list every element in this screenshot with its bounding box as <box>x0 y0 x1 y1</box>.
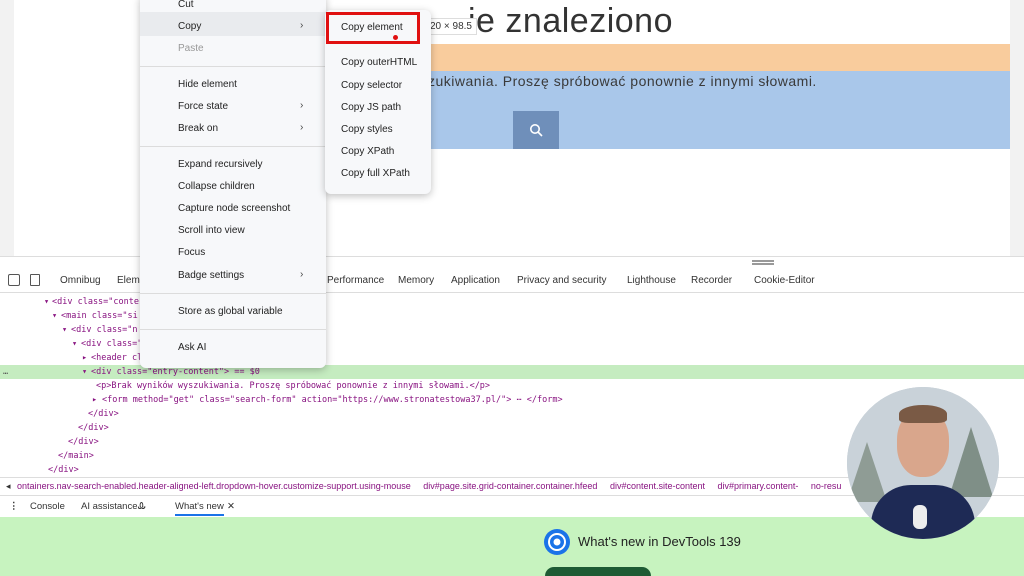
margin-highlight <box>420 44 1010 71</box>
menu-item-break-on[interactable]: Break on <box>178 123 218 134</box>
chrome-devtools-logo-icon <box>544 529 570 555</box>
tree-node[interactable]: <div class="n <box>71 323 138 337</box>
menu-item-scroll-into-view[interactable]: Scroll into view <box>178 225 245 236</box>
tree-node[interactable]: <main class="si <box>61 309 138 323</box>
tab-application[interactable]: Application <box>451 275 500 286</box>
menu-hover-highlight <box>140 12 326 36</box>
menu-item-cut[interactable]: Cut <box>178 0 194 10</box>
menu-separator <box>140 146 326 147</box>
tab-cookie-editor[interactable]: Cookie-Editor <box>754 275 815 286</box>
page-margin-left <box>0 0 14 256</box>
tree-node[interactable]: </div> <box>78 421 109 435</box>
expand-arrow-icon[interactable]: ▾ <box>72 337 77 351</box>
expand-arrow-icon[interactable]: ▾ <box>62 323 67 337</box>
element-size-tooltip: 20 × 98.5 <box>425 18 477 35</box>
submenu-item-copy-xpath[interactable]: Copy XPath <box>341 146 394 157</box>
presenter-hair <box>899 405 947 423</box>
tree-node[interactable]: </main> <box>58 449 94 463</box>
tab-ai-assistance[interactable]: AI assistance <box>81 501 138 512</box>
menu-separator <box>140 66 326 67</box>
submenu-item-copy-element[interactable]: Copy element <box>341 22 403 33</box>
context-menu: Cut Copy › Paste Hide element Force stat… <box>140 0 326 368</box>
tree-node[interactable]: </div> <box>88 407 119 421</box>
tab-console[interactable]: Console <box>30 501 65 512</box>
tree-shape <box>847 442 887 502</box>
menu-item-focus[interactable]: Focus <box>178 247 205 258</box>
tab-lighthouse[interactable]: Lighthouse <box>627 275 676 286</box>
chevron-right-icon: › <box>300 100 304 111</box>
expand-arrow-icon[interactable]: ▾ <box>44 295 49 309</box>
expand-arrow-icon[interactable]: ▸ <box>92 393 97 407</box>
cursor-dot <box>393 35 398 40</box>
screen: ie znaleziono zukiwania. Proszę spróbowa… <box>0 0 1024 576</box>
chevron-right-icon: › <box>300 122 304 133</box>
tree-node[interactable]: </div> <box>68 435 99 449</box>
device-toolbar-icon[interactable] <box>30 274 40 286</box>
menu-separator <box>140 329 326 330</box>
tab-whats-new[interactable]: What's new <box>175 501 224 516</box>
tab-privacy-security[interactable]: Privacy and security <box>517 275 606 286</box>
drag-handle-icon[interactable] <box>752 260 774 265</box>
search-button[interactable] <box>513 111 559 149</box>
chevron-right-icon: › <box>300 269 304 280</box>
submenu-item-copy-full-xpath[interactable]: Copy full XPath <box>341 168 410 179</box>
submenu-item-copy-styles[interactable]: Copy styles <box>341 124 393 135</box>
menu-item-expand-recursively[interactable]: Expand recursively <box>178 159 262 170</box>
inspect-element-icon[interactable] <box>8 274 20 286</box>
more-icon[interactable]: … <box>3 365 8 379</box>
copy-submenu: Copy element Copy outerHTML Copy selecto… <box>325 10 431 194</box>
tree-node[interactable]: <div class="conte <box>52 295 139 309</box>
scroll-left-icon[interactable]: ◂ <box>6 481 11 491</box>
no-results-message: zukiwania. Proszę spróbować ponownie z i… <box>428 73 817 89</box>
menu-item-collapse-children[interactable]: Collapse children <box>178 181 255 192</box>
search-icon <box>530 124 543 137</box>
tab-recorder[interactable]: Recorder <box>691 275 732 286</box>
submenu-item-copy-selector[interactable]: Copy selector <box>341 80 402 91</box>
tree-node[interactable]: <div class=" <box>81 337 142 351</box>
tree-shape <box>949 427 993 497</box>
drawer-menu-icon[interactable]: ⋮ <box>9 501 19 512</box>
tree-node[interactable]: </div> <box>48 463 79 477</box>
menu-item-badge-settings[interactable]: Badge settings <box>178 270 244 281</box>
microphone <box>913 505 927 529</box>
expand-arrow-icon[interactable]: ▾ <box>82 365 87 379</box>
chevron-right-icon: › <box>300 20 304 31</box>
close-icon[interactable]: ✕ <box>227 501 235 512</box>
breadcrumb-item[interactable]: ontainers.nav-search-enabled.header-alig… <box>17 481 411 491</box>
tree-node[interactable]: <header cl <box>91 351 142 365</box>
menu-item-store-global-variable[interactable]: Store as global variable <box>178 306 283 317</box>
breadcrumb-item[interactable]: no-resu <box>811 481 842 491</box>
expand-arrow-icon[interactable]: ▾ <box>52 309 57 323</box>
menu-item-ask-ai[interactable]: Ask AI <box>178 342 206 353</box>
menu-item-copy[interactable]: Copy <box>178 21 201 32</box>
webcam-overlay <box>847 387 999 539</box>
menu-item-capture-node-screenshot[interactable]: Capture node screenshot <box>178 203 290 214</box>
page-margin-right <box>1010 0 1024 256</box>
whats-new-title: What's new in DevTools 139 <box>578 534 741 549</box>
submenu-item-copy-outerhtml[interactable]: Copy outerHTML <box>341 57 417 68</box>
menu-item-paste[interactable]: Paste <box>178 43 204 54</box>
tree-node[interactable]: <form method="get" class="search-form" a… <box>102 393 563 407</box>
tab-performance[interactable]: Performance <box>327 275 384 286</box>
page-title: ie znaleziono <box>468 2 673 40</box>
menu-item-hide-element[interactable]: Hide element <box>178 79 237 90</box>
flask-icon: Ꮂ <box>138 501 146 512</box>
menu-item-force-state[interactable]: Force state <box>178 101 228 112</box>
tab-memory[interactable]: Memory <box>398 275 434 286</box>
breadcrumb-item[interactable]: div#page.site.grid-container.container.h… <box>423 481 597 491</box>
tree-node[interactable]: <p>Brak wyników wyszukiwania. Proszę spr… <box>96 379 490 393</box>
submenu-item-copy-js-path[interactable]: Copy JS path <box>341 102 401 113</box>
menu-separator <box>140 293 326 294</box>
learn-more-button[interactable] <box>545 567 651 576</box>
expand-arrow-icon[interactable]: ▸ <box>82 351 87 365</box>
breadcrumb-item[interactable]: div#primary.content- <box>718 481 799 491</box>
tab-omnibug[interactable]: Omnibug <box>60 275 101 286</box>
breadcrumb-item[interactable]: div#content.site-content <box>610 481 705 491</box>
